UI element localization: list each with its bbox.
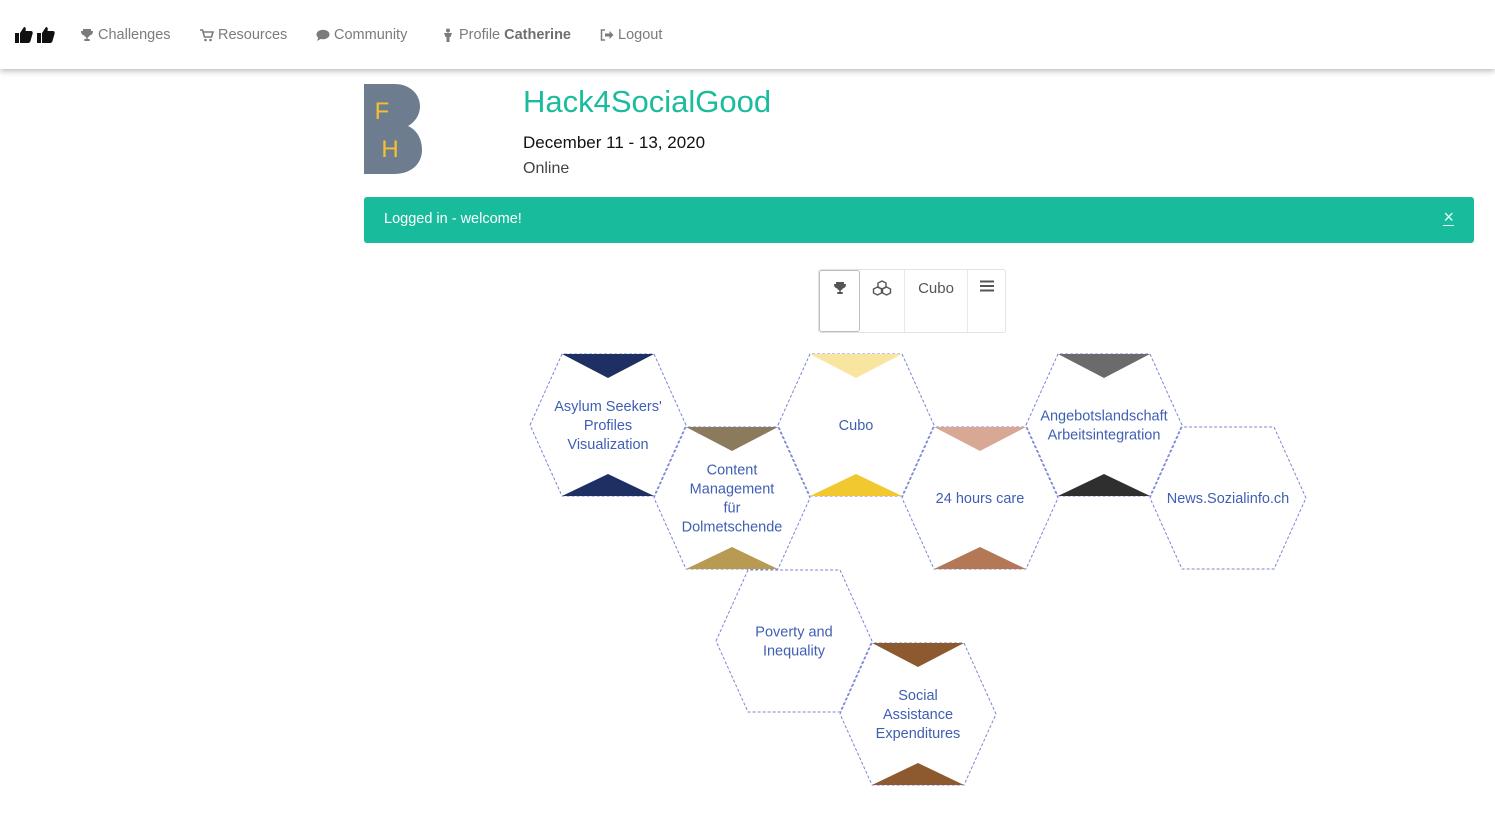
project-title-line: Arbeitsintegration <box>1048 428 1161 444</box>
welcome-alert: Logged in - welcome! × <box>364 197 1474 243</box>
cubes-icon <box>872 280 892 296</box>
nav-logout-label: Logout <box>618 27 663 43</box>
nav-logout[interactable]: Logout <box>600 25 662 45</box>
project-title-line: Inequality <box>763 644 826 660</box>
trophy-icon <box>833 282 846 294</box>
view-list-button[interactable] <box>968 270 1005 332</box>
project-title-line: Expenditures <box>876 726 961 742</box>
top-navbar: Challenges Resources Community Profile C… <box>0 0 1495 69</box>
project-hex[interactable]: Angebotslandschaft Arbeitsintegration <box>1025 353 1183 497</box>
event-title[interactable]: Hack4SocialGood <box>523 84 771 120</box>
view-projects-button[interactable] <box>860 270 905 332</box>
nav-community-label: Community <box>334 27 408 43</box>
project-hex[interactable]: News.Sozialinfo.ch <box>1149 426 1307 570</box>
logout-icon <box>600 29 614 41</box>
project-hex[interactable]: Cubo <box>777 353 935 497</box>
project-hex[interactable]: Content Management für Dolmetschende <box>653 426 811 570</box>
nav-challenges-label: Challenges <box>98 27 171 43</box>
project-honeycomb: Asylum Seekers' Profiles Visualization Cont… <box>529 353 1307 786</box>
alert-message: Logged in - welcome! <box>384 211 522 227</box>
view-cubo-label: Cubo <box>918 280 954 297</box>
project-hex[interactable]: Social Assistance Expenditures <box>839 642 997 786</box>
list-icon <box>979 280 994 292</box>
trophy-icon <box>81 29 93 41</box>
project-title-line: Poverty and <box>755 625 832 641</box>
project-title-line: Cubo <box>839 418 874 434</box>
project-title-line: Social <box>898 688 938 704</box>
close-icon[interactable]: × <box>1443 208 1454 226</box>
nav-community[interactable]: Community <box>316 25 407 45</box>
project-title-line: News.Sozialinfo.ch <box>1167 491 1290 507</box>
nav-resources-label: Resources <box>218 27 288 43</box>
project-title-line: Visualization <box>567 437 648 453</box>
nav-profile-username: Catherine <box>504 27 571 43</box>
project-title-line: 24 hours care <box>936 491 1025 507</box>
comment-icon <box>316 29 330 41</box>
project-title-line: Management <box>690 482 775 498</box>
project-hex-outline <box>715 569 873 713</box>
project-hex[interactable]: 24 hours care <box>901 426 1059 570</box>
thumbs-up-logo-icon[interactable] <box>14 25 56 45</box>
logo-letter-f: F <box>375 98 390 125</box>
nav-profile[interactable]: Profile Catherine <box>441 25 571 45</box>
nav-profile-label: Profile <box>459 27 501 43</box>
project-title-line: Dolmetschende <box>682 520 783 536</box>
project-title-line: Asylum Seekers' <box>554 399 662 415</box>
cart-icon <box>200 29 214 42</box>
event-date: December 11 - 13, 2020 <box>523 133 706 152</box>
project-hex[interactable]: Asylum Seekers' Profiles Visualization <box>529 353 687 497</box>
view-challenges-button[interactable] <box>819 270 860 332</box>
view-toggle-group: Cubo <box>818 269 1006 333</box>
nav-resources[interactable]: Resources <box>200 25 287 45</box>
logo-letter-h: H <box>381 136 398 163</box>
nav-challenges[interactable]: Challenges <box>80 25 171 45</box>
project-title-line: Profiles <box>584 418 632 434</box>
project-title-line: Content <box>707 463 758 479</box>
view-cubo-button[interactable]: Cubo <box>905 270 968 332</box>
event-location: Online <box>523 160 570 177</box>
event-logo: F H <box>364 84 422 174</box>
project-title-line: Angebotslandschaft <box>1040 409 1167 425</box>
user-icon <box>444 28 452 42</box>
project-hex[interactable]: Poverty and Inequality <box>715 569 873 713</box>
project-title-line: Assistance <box>883 707 953 723</box>
project-title-line: für <box>724 501 741 517</box>
